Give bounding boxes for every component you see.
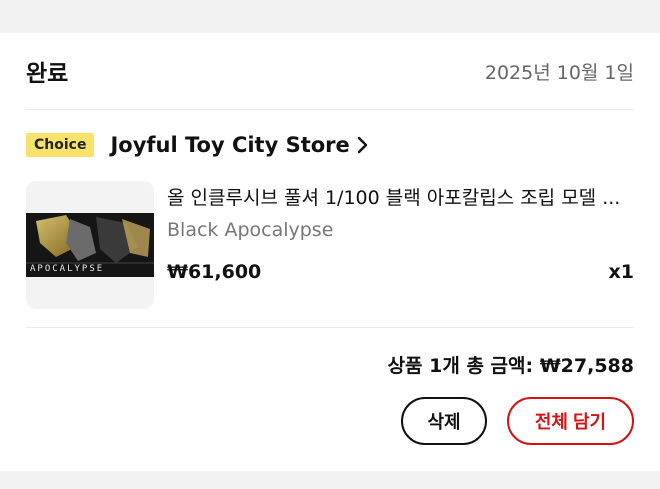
product-image: APOCALYPSE [26, 213, 154, 277]
delete-button[interactable]: 삭제 [401, 397, 487, 445]
product-title[interactable]: 올 인클루시브 풀셔 1/100 블랙 아포칼립스 조립 모델 ... [167, 183, 634, 210]
order-status: 완료 [26, 61, 69, 87]
product-item[interactable]: APOCALYPSE 올 인클루시브 풀셔 1/100 블랙 아포칼립스 조립 … [26, 181, 634, 309]
order-card: 완료 2025년 10월 1일 Choice Joyful Toy City S… [0, 33, 660, 471]
choice-badge: Choice [26, 133, 95, 157]
order-total: 상품 1개 총 금액: ₩27,588 [387, 355, 634, 377]
store-name: Joyful Toy City Store [110, 133, 350, 157]
product-thumbnail[interactable]: APOCALYPSE [26, 181, 154, 309]
divider [26, 327, 634, 328]
thumbnail-text: APOCALYPSE [30, 264, 105, 274]
add-all-to-cart-button[interactable]: 전체 담기 [507, 397, 634, 445]
product-quantity: x1 [608, 261, 634, 283]
product-variant: Black Apocalypse [167, 219, 334, 241]
order-date: 2025년 10월 1일 [484, 61, 634, 84]
chevron-right-icon [356, 136, 368, 154]
product-price: ₩61,600 [167, 261, 262, 283]
order-header: 완료 2025년 10월 1일 [26, 33, 634, 110]
store-link[interactable]: Choice Joyful Toy City Store [26, 130, 368, 160]
product-info: 올 인클루시브 풀셔 1/100 블랙 아포칼립스 조립 모델 ... Blac… [167, 181, 634, 309]
